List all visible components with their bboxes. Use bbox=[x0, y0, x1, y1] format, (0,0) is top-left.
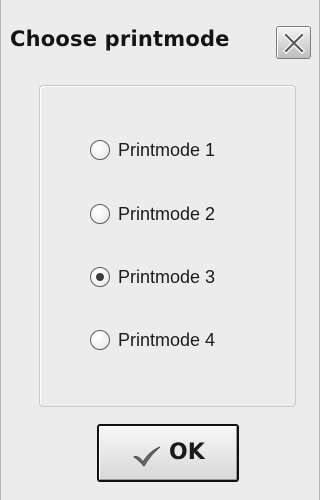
close-button[interactable] bbox=[276, 26, 311, 59]
close-icon bbox=[283, 32, 305, 54]
radio-button-circle[interactable] bbox=[90, 330, 110, 350]
radio-printmode-1[interactable]: Printmode 1 bbox=[90, 139, 260, 163]
ok-button[interactable]: OK bbox=[97, 424, 239, 482]
radio-label[interactable]: Printmode 4 bbox=[118, 329, 215, 351]
radio-label[interactable]: Printmode 2 bbox=[118, 203, 215, 225]
ok-button-label: OK bbox=[169, 440, 205, 465]
radio-printmode-3[interactable]: Printmode 3 bbox=[90, 266, 260, 290]
dialog-title: Choose printmode bbox=[10, 27, 230, 51]
radio-printmode-2[interactable]: Printmode 2 bbox=[90, 203, 260, 227]
printmode-group: Printmode 1 Printmode 2 Printmode 3 Prin… bbox=[39, 85, 296, 407]
radio-button-circle[interactable] bbox=[90, 204, 110, 224]
radio-selected-dot bbox=[96, 273, 104, 281]
radio-button-circle[interactable] bbox=[90, 267, 110, 287]
checkmark-icon bbox=[132, 446, 161, 467]
radio-button-circle[interactable] bbox=[90, 140, 110, 160]
radio-printmode-4[interactable]: Printmode 4 bbox=[90, 329, 260, 353]
radio-label[interactable]: Printmode 1 bbox=[118, 139, 215, 161]
title-bar: Choose printmode bbox=[1, 0, 319, 90]
radio-label[interactable]: Printmode 3 bbox=[118, 266, 215, 288]
dialog-window: Choose printmode Printmode 1 Printmode 2… bbox=[0, 0, 320, 500]
